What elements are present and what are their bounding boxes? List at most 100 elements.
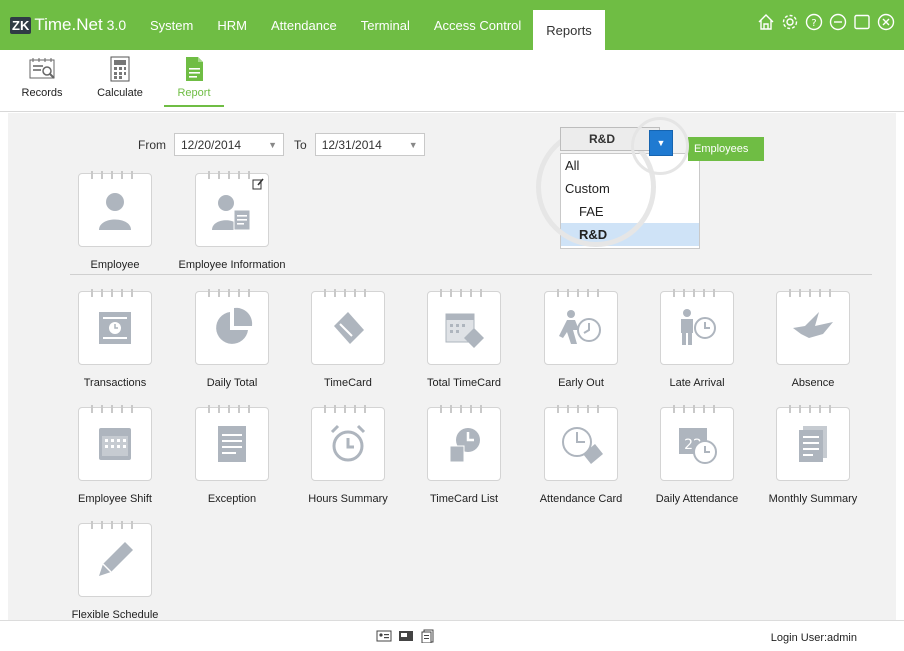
stacked-docs-icon	[799, 426, 827, 462]
report-doc-icon	[186, 57, 203, 81]
report-early-out[interactable]: Early Out	[531, 289, 631, 389]
employee-info-icon	[212, 195, 251, 231]
settings-icon[interactable]	[780, 12, 800, 32]
report-label: Daily Attendance	[655, 493, 739, 505]
pie-chart-icon	[216, 307, 253, 344]
report-daily-attendance[interactable]: 22 Daily Attendance	[647, 405, 747, 505]
shift-calendar-icon	[99, 428, 131, 460]
timecard-icon	[334, 312, 364, 344]
report-card	[544, 405, 618, 481]
svg-text:?: ?	[811, 18, 816, 29]
department-filter: All Custom FAE R&D R&D Employees ▼	[536, 117, 778, 253]
window-controls: ?	[756, 12, 896, 32]
from-date-picker[interactable]: 12/20/2014 ▼	[174, 133, 284, 156]
main-menu: System HRM Attendance Terminal Access Co…	[138, 0, 605, 50]
maximize-icon[interactable]	[852, 12, 872, 32]
app-logo: ZK Time.Net 3.0	[0, 0, 138, 50]
report-label: Hours Summary	[308, 493, 388, 505]
report-label: Total TimeCard	[427, 377, 501, 389]
transactions-icon	[99, 312, 131, 344]
to-date-picker[interactable]: 12/31/2014 ▼	[314, 133, 425, 156]
report-exception[interactable]: Exception	[182, 405, 282, 505]
report-employee-shift[interactable]: Employee Shift	[65, 405, 165, 505]
calendar-clock-icon: 22	[679, 428, 717, 464]
menu-system[interactable]: System	[138, 0, 205, 50]
records-label: Records	[21, 87, 63, 99]
report-label: Monthly Summary	[768, 493, 858, 505]
report-hours-summary[interactable]: Hours Summary	[298, 405, 398, 505]
edit-icon[interactable]	[252, 178, 264, 190]
report-label: Early Out	[558, 377, 604, 389]
report-card	[311, 289, 385, 365]
to-date-value: 12/31/2014	[321, 137, 382, 152]
report-content: From 12/20/2014 ▼ To 12/31/2014 ▼ All Cu…	[8, 113, 896, 621]
report-label: Late Arrival	[669, 377, 725, 389]
report-button[interactable]: Report	[164, 50, 224, 107]
report-card	[311, 405, 385, 481]
login-user: Login User:admin	[770, 632, 857, 644]
id-card-icon[interactable]	[376, 629, 392, 643]
menu-hrm[interactable]: HRM	[205, 0, 259, 50]
report-employee-information[interactable]: Employee Information	[179, 171, 286, 271]
report-timecard-list[interactable]: TimeCard List	[414, 405, 514, 505]
report-card	[78, 171, 152, 247]
menu-attendance[interactable]: Attendance	[259, 0, 349, 50]
report-card	[195, 289, 269, 365]
from-date-value: 12/20/2014	[181, 137, 242, 152]
report-label: Attendance Card	[539, 493, 623, 505]
from-label: From	[138, 137, 166, 152]
document-list-icon[interactable]	[420, 629, 436, 643]
report-label: Employee	[90, 259, 140, 271]
terminal-device-icon[interactable]	[398, 629, 414, 643]
report-daily-total[interactable]: Daily Total	[182, 289, 282, 389]
logo-name: Time.Net	[34, 15, 103, 34]
report-label: Absence	[791, 377, 835, 389]
minimize-icon[interactable]	[828, 12, 848, 32]
report-card: 22	[660, 405, 734, 481]
menu-access-control[interactable]: Access Control	[422, 0, 533, 50]
date-filter: From 12/20/2014 ▼ To 12/31/2014 ▼	[138, 133, 425, 156]
home-icon[interactable]	[756, 12, 776, 32]
calculate-label: Calculate	[97, 87, 143, 99]
report-card	[660, 289, 734, 365]
status-bar: Login User:admin	[0, 620, 904, 651]
report-late-arrival[interactable]: Late Arrival	[647, 289, 747, 389]
dropdown-toggle-button[interactable]: ▼	[649, 130, 673, 156]
report-label: Employee Shift	[78, 493, 152, 505]
records-button[interactable]: Records	[12, 50, 72, 111]
report-monthly-summary[interactable]: Monthly Summary	[763, 405, 863, 505]
report-flexible-schedule[interactable]: Flexible Schedule	[65, 521, 165, 621]
report-card	[78, 405, 152, 481]
report-card	[78, 521, 152, 597]
report-attendance-card[interactable]: Attendance Card	[531, 405, 631, 505]
report-total-timecard[interactable]: Total TimeCard	[414, 289, 514, 389]
report-card	[195, 171, 269, 247]
menu-terminal[interactable]: Terminal	[349, 0, 422, 50]
logo-badge: ZK	[10, 16, 32, 34]
report-card	[195, 405, 269, 481]
report-label: Report	[177, 87, 211, 99]
calendar-card-icon	[445, 313, 484, 348]
report-timecard[interactable]: TimeCard	[298, 289, 398, 389]
running-clock-icon	[559, 310, 601, 344]
report-label: Employee Information	[178, 259, 286, 271]
person-clock-icon	[681, 309, 716, 345]
calculate-button[interactable]: Calculate	[90, 50, 150, 111]
report-card	[427, 289, 501, 365]
help-icon[interactable]: ?	[804, 12, 824, 32]
report-transactions[interactable]: Transactions	[65, 289, 165, 389]
report-card	[776, 405, 850, 481]
employees-button[interactable]: Employees	[688, 137, 764, 161]
chevron-down-icon: ▼	[268, 139, 277, 150]
pencil-icon	[99, 542, 133, 576]
status-icons	[376, 629, 436, 643]
bird-icon	[793, 312, 833, 338]
to-label: To	[294, 137, 307, 152]
report-absence[interactable]: Absence	[763, 289, 863, 389]
logo-version: 3.0	[106, 17, 127, 33]
report-card	[427, 405, 501, 481]
close-icon[interactable]	[876, 12, 896, 32]
records-icon	[29, 58, 55, 79]
report-employee[interactable]: Employee	[65, 171, 165, 271]
menu-reports[interactable]: Reports	[533, 10, 605, 50]
